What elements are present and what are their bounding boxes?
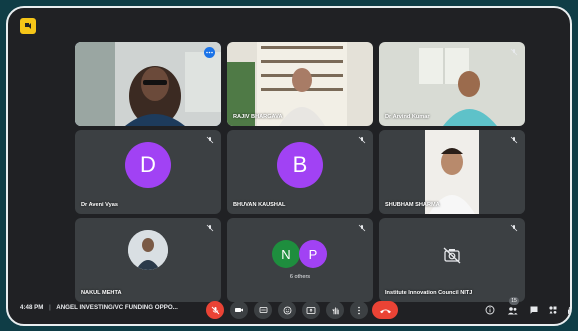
participant-tile-3[interactable]: Dr Arvind Kumar (379, 42, 525, 126)
camera-off-icon (442, 246, 462, 269)
participant-tile-6[interactable]: SHUBHAM SHARMA (379, 130, 525, 214)
meeting-details-button[interactable] (483, 303, 497, 317)
end-call-button[interactable] (372, 301, 398, 319)
chat-button[interactable] (527, 303, 541, 317)
participant-name: BHUVAN KAUSHAL (233, 202, 286, 208)
participant-name: SHUBHAM SHARMA (385, 202, 440, 208)
participant-name: RAJIV BHARGAVA (233, 114, 283, 120)
participant-video (75, 42, 221, 126)
speaking-indicator-icon (204, 47, 215, 58)
participant-photo (128, 229, 168, 270)
activities-button[interactable] (546, 303, 560, 317)
mic-off-icon (205, 135, 215, 145)
meet-window: RAJIV BHARGAVA Dr Arvind Kumar D Dr Aven… (6, 6, 572, 326)
mic-toggle-button[interactable] (206, 301, 224, 319)
people-button[interactable]: 15 (505, 297, 519, 317)
raise-hand-button[interactable] (326, 301, 344, 319)
others-count: 6 others (289, 274, 311, 280)
meeting-separator: | (49, 304, 51, 311)
participant-avatar: D (125, 142, 171, 189)
participant-tile-4[interactable]: D Dr Aveni Vyas (75, 130, 221, 214)
more-options-button[interactable] (350, 301, 368, 319)
host-controls-button[interactable] (564, 303, 570, 317)
participant-name: Dr Aveni Vyas (81, 202, 118, 208)
mic-off-icon (509, 135, 519, 145)
participant-name: Dr Arvind Kumar (385, 114, 430, 120)
camera-button[interactable] (230, 301, 248, 319)
present-button[interactable] (302, 301, 320, 319)
participant-tile-5[interactable]: B BHUVAN KAUSHAL (227, 130, 373, 214)
participant-tile-9[interactable]: Institute Innovation Council NITJ (379, 218, 525, 302)
captions-button[interactable] (254, 301, 272, 319)
mic-off-icon (205, 223, 215, 233)
meeting-title: ANGEL INVESTING/VC FUNDING OPPO... (56, 304, 178, 311)
participants-count-badge: 15 (509, 297, 519, 305)
others-tile[interactable]: N P 6 others (227, 218, 373, 302)
app-logo-icon (20, 18, 36, 34)
participant-avatar: B (277, 142, 323, 189)
emoji-button[interactable] (278, 301, 296, 319)
mic-off-icon (357, 223, 367, 233)
others-avatar-1: N (272, 240, 300, 268)
meeting-time: 4:48 PM (20, 304, 44, 311)
participant-tile-1[interactable] (75, 42, 221, 126)
mic-off-icon (509, 47, 519, 57)
control-bar: 4:48 PM | ANGEL INVESTING/VC FUNDING OPP… (8, 296, 570, 324)
mic-off-icon (509, 223, 519, 233)
meeting-info: 4:48 PM | ANGEL INVESTING/VC FUNDING OPP… (20, 304, 178, 311)
participant-tile-2[interactable]: RAJIV BHARGAVA (227, 42, 373, 126)
participant-tile-7[interactable]: NAKUL MEHTA (75, 218, 221, 302)
others-avatar-2: P (299, 240, 327, 268)
mic-off-icon (357, 135, 367, 145)
